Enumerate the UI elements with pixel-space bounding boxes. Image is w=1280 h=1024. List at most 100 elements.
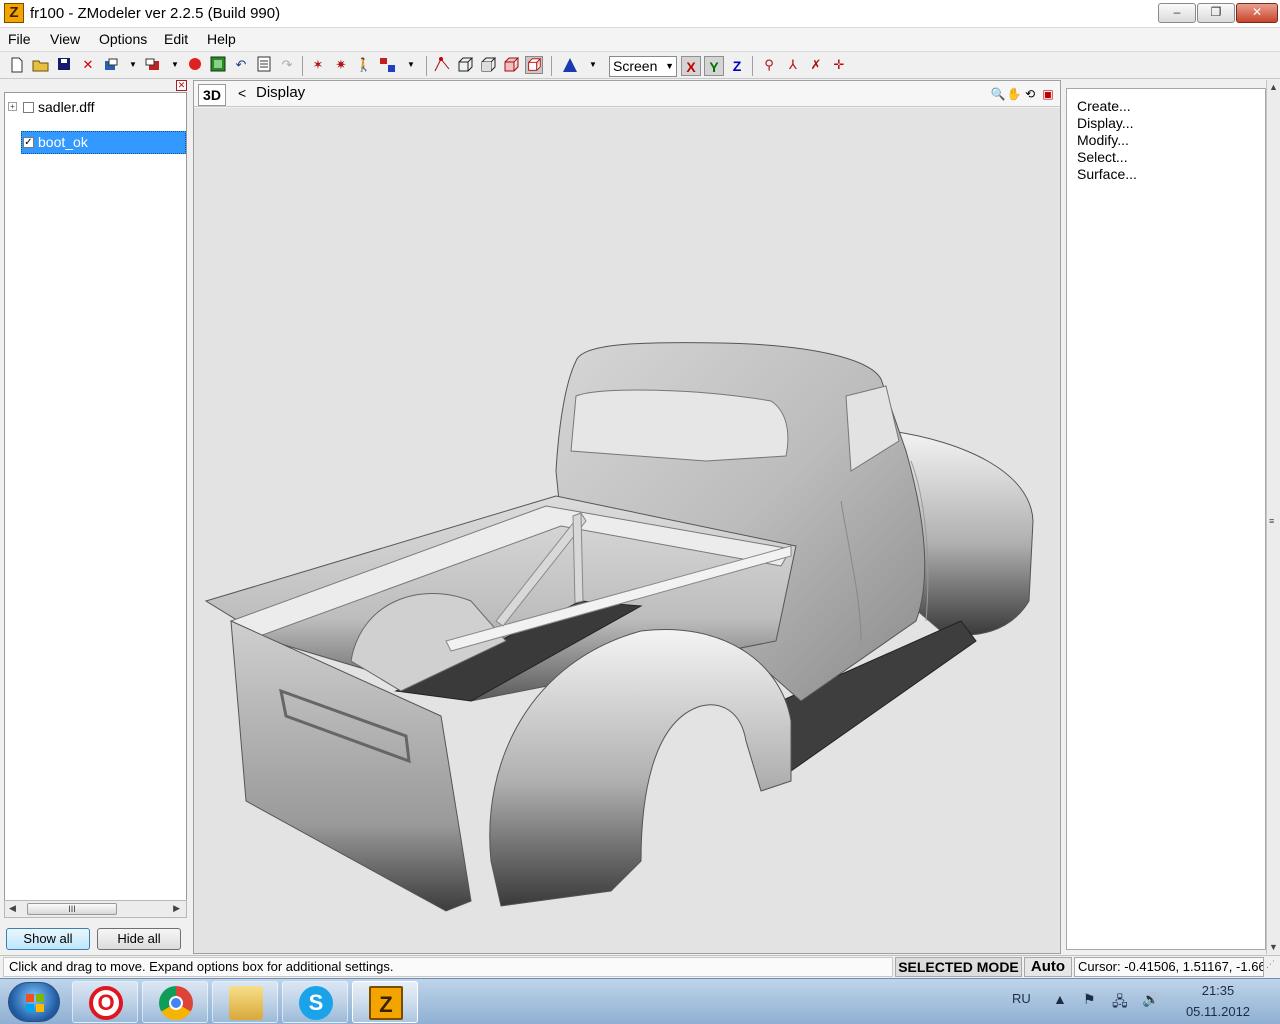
maximize-button[interactable]: ❐ [1197, 3, 1235, 23]
export-icon[interactable] [102, 56, 120, 74]
scroll-grip-icon[interactable]: ≡ [1269, 516, 1274, 526]
command-vertical-scrollbar[interactable]: ▲ ≡ ▼ [1266, 80, 1280, 954]
normals-dropdown-icon[interactable]: ▼ [588, 56, 598, 74]
3d-viewport-canvas[interactable] [194, 108, 1060, 953]
scroll-down-icon[interactable]: ▼ [1269, 942, 1278, 952]
menu-bar: File View Options Edit Help [0, 28, 1280, 52]
skype-icon: S [299, 986, 333, 1020]
folder-icon [229, 986, 263, 1020]
language-indicator[interactable]: RU [1012, 991, 1031, 1006]
minimize-button[interactable]: – [1158, 3, 1196, 23]
menu-edit[interactable]: Edit [164, 31, 188, 47]
network-icon[interactable]: 🖧 [1112, 991, 1128, 1015]
clock-date[interactable]: 05.11.2012 [1176, 1004, 1260, 1019]
viewport-back-button[interactable]: < [238, 85, 246, 101]
face-mode-icon[interactable] [479, 56, 497, 74]
selected-mode-indicator[interactable]: SELECTED MODE [895, 957, 1022, 977]
redo-icon[interactable]: ↷ [278, 56, 296, 74]
pickup-truck-model [204, 342, 1034, 912]
scrollbar-thumb[interactable]: III [27, 903, 117, 915]
save-icon[interactable] [55, 56, 73, 74]
vertex-mode-icon[interactable] [433, 56, 451, 74]
move-figure-icon[interactable]: 🚶 [355, 56, 373, 74]
axis-gizmo-icon[interactable]: ⅄ [784, 56, 802, 74]
viewport-title: Display [256, 84, 306, 101]
axis-y-toggle[interactable]: Y [704, 56, 724, 76]
auto-mode-toggle[interactable]: Auto [1024, 957, 1072, 977]
scroll-right-icon[interactable]: ▶ [173, 903, 180, 914]
command-panel: Create... Display... Modify... Select...… [1064, 80, 1280, 954]
material-icon[interactable] [209, 56, 227, 74]
axis-z-toggle[interactable]: Z [727, 56, 747, 76]
new-file-icon[interactable] [8, 56, 26, 74]
export-dropdown-icon[interactable]: ▼ [128, 56, 138, 74]
action-center-flag-icon[interactable]: ⚑ [1083, 991, 1096, 1008]
magnet-icon[interactable]: ⚲ [760, 56, 778, 74]
undo-icon[interactable]: ↶ [232, 56, 250, 74]
pan-hand-icon[interactable]: ✋ [1006, 85, 1022, 103]
windows-taskbar: O S Z RU ▲ ⚑ 🖧 🔊 21:35 05.11.2012 [0, 978, 1280, 1024]
tree-item-label: sadler.dff [38, 99, 95, 115]
volume-icon[interactable]: 🔊 [1142, 991, 1159, 1008]
object-tree[interactable]: + sadler.dff ✓ boot_ok [4, 92, 187, 910]
command-display[interactable]: Display... [1077, 115, 1134, 131]
taskbar-explorer[interactable] [212, 981, 278, 1023]
edge-mode-icon[interactable] [456, 56, 474, 74]
select-tool-icon[interactable]: ✶ [309, 56, 327, 74]
coordinate-mode-value: Screen [613, 58, 658, 74]
taskbar-opera[interactable]: O [72, 981, 138, 1023]
taskbar-skype[interactable]: S [282, 981, 348, 1023]
select-vertex-icon[interactable]: ✷ [332, 56, 350, 74]
clock-time[interactable]: 21:35 [1176, 983, 1260, 998]
zmodeler-app-icon[interactable]: Z [4, 3, 24, 23]
visibility-checkbox[interactable]: ✓ [23, 137, 34, 148]
expand-icon[interactable]: + [8, 102, 17, 111]
taskbar-chrome[interactable] [142, 981, 208, 1023]
import-icon[interactable] [144, 56, 162, 74]
scroll-up-icon[interactable]: ▲ [1269, 82, 1278, 92]
menu-view[interactable]: View [50, 31, 80, 47]
axis-cross-icon[interactable]: ✗ [807, 56, 825, 74]
command-create[interactable]: Create... [1077, 98, 1131, 114]
command-select[interactable]: Select... [1077, 149, 1128, 165]
tree-item-label: boot_ok [38, 134, 88, 150]
tree-horizontal-scrollbar[interactable]: ◀ III ▶ [4, 900, 187, 918]
record-icon[interactable] [186, 56, 204, 74]
start-button[interactable] [8, 982, 60, 1022]
open-folder-icon[interactable] [32, 56, 50, 74]
main-toolbar: ✕ ▼ ▼ ↶ ↷ ✶ ✷ 🚶 ▼ ▼ Screen ▼ X Y Z ⚲ ⅄ ✗… [0, 53, 1280, 79]
menu-help[interactable]: Help [207, 31, 236, 47]
command-modify[interactable]: Modify... [1077, 132, 1129, 148]
hide-all-button[interactable]: Hide all [97, 928, 181, 950]
hierarchy-icon[interactable] [379, 56, 397, 74]
show-hidden-icons-icon[interactable]: ▲ [1053, 991, 1067, 1007]
zoom-icon[interactable]: 🔍 [990, 85, 1006, 103]
viewport-header: 3D < Display 🔍 ✋ ⟲ ▣ [194, 81, 1060, 107]
object-mode-icon[interactable] [502, 56, 520, 74]
delete-icon[interactable]: ✕ [79, 56, 97, 74]
menu-options[interactable]: Options [99, 31, 147, 47]
visibility-checkbox[interactable] [23, 102, 34, 113]
tree-item-sadler[interactable]: + sadler.dff [5, 96, 185, 118]
scroll-left-icon[interactable]: ◀ [9, 903, 16, 914]
properties-icon[interactable] [255, 56, 273, 74]
viewport-mode-button[interactable]: 3D [198, 84, 226, 106]
axis-x-toggle[interactable]: X [681, 56, 701, 76]
title-bar: Z fr100 - ZModeler ver 2.2.5 (Build 990)… [0, 0, 1280, 28]
maximize-viewport-icon[interactable]: ▣ [1040, 85, 1056, 103]
menu-file[interactable]: File [8, 31, 31, 47]
resize-grip-icon[interactable]: ⋰ [1266, 959, 1278, 975]
import-dropdown-icon[interactable]: ▼ [170, 56, 180, 74]
tree-item-boot-ok[interactable]: ✓ boot_ok [5, 131, 185, 153]
scene-mode-icon[interactable] [525, 56, 543, 74]
axis-lock-icon[interactable]: ✛ [830, 56, 848, 74]
hierarchy-dropdown-icon[interactable]: ▼ [406, 56, 416, 74]
normals-icon[interactable] [561, 56, 579, 74]
show-all-button[interactable]: Show all [6, 928, 90, 950]
rotate-icon[interactable]: ⟲ [1022, 85, 1038, 103]
command-surface[interactable]: Surface... [1077, 166, 1137, 182]
close-icon[interactable]: ✕ [176, 80, 187, 91]
coordinate-mode-select[interactable]: Screen ▼ [609, 56, 677, 77]
close-button[interactable]: ✕ [1236, 3, 1278, 23]
taskbar-zmodeler[interactable]: Z [352, 981, 418, 1023]
